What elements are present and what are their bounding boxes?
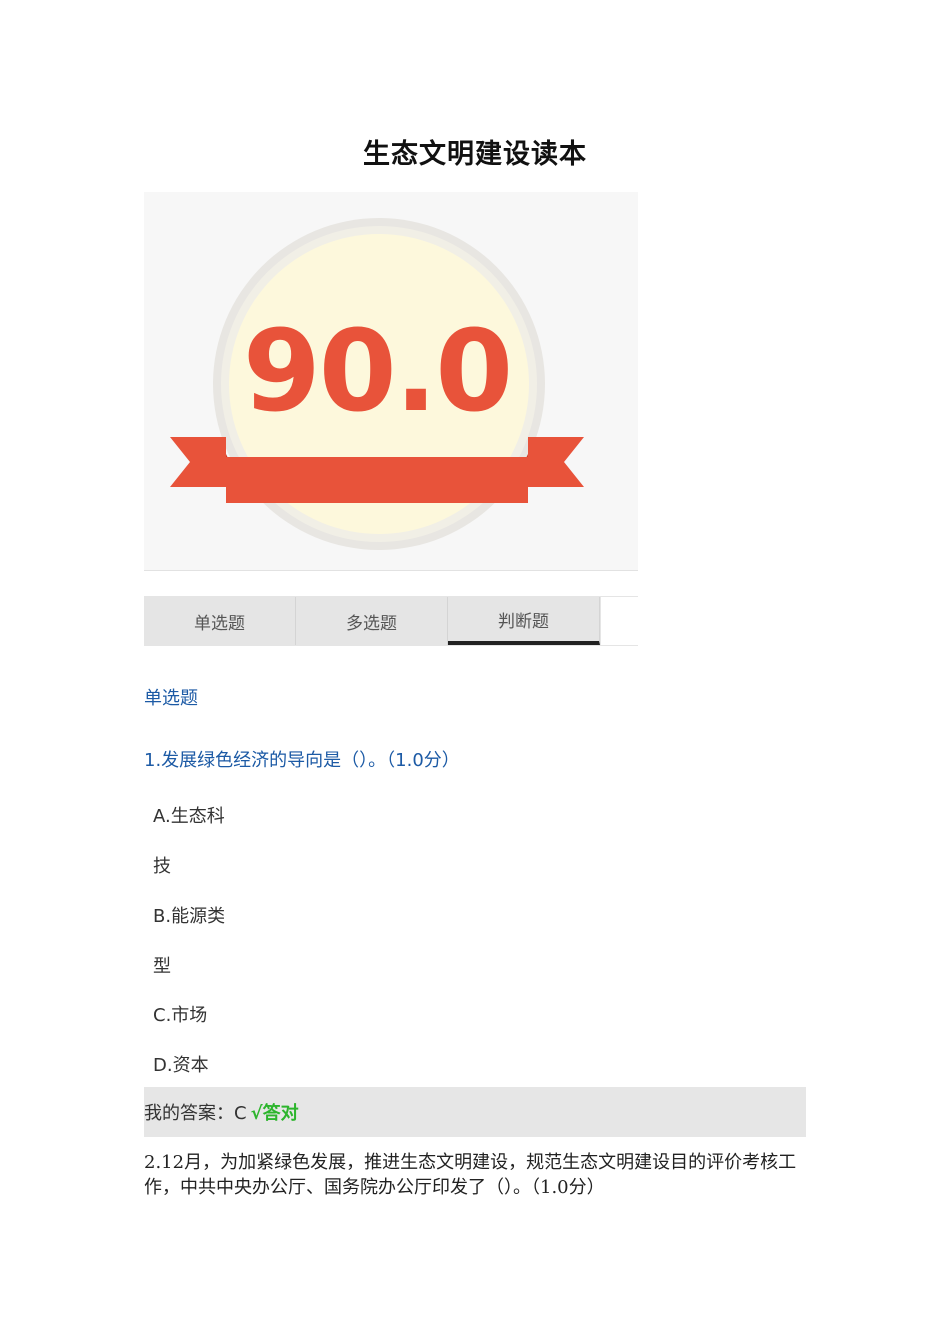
my-answer-label: 我的答案：C (144, 1103, 247, 1124)
ribbon-left-tail (170, 437, 226, 487)
tab-multiple-choice[interactable]: 多选题 (296, 597, 448, 645)
question-1-text: 1.发展绿色经济的导向是（）。（1.0分） (144, 750, 460, 771)
option-d[interactable]: D.资本 (153, 1051, 209, 1077)
question-2-text: 2.12月，为加紧绿色发展，推进生态文明建设，规范生态文明建设目的评价考核工作，… (144, 1152, 797, 1198)
ribbon-right-tail (528, 437, 584, 487)
score-value: 90.0 (243, 307, 511, 437)
answer-result-badge: √答对 (250, 1103, 299, 1124)
tab-true-false[interactable]: 判断题 (448, 597, 600, 645)
option-b[interactable]: B.能源类 (153, 902, 225, 928)
ribbon-band (226, 457, 528, 503)
option-a-continued[interactable]: 技 (153, 852, 171, 878)
score-badge: 90.0 (144, 192, 638, 571)
question-type-tabs: 单选题 多选题 判断题 (144, 596, 638, 646)
tab-single-choice[interactable]: 单选题 (144, 597, 296, 645)
option-a[interactable]: A.生态科 (153, 802, 225, 828)
option-b-continued[interactable]: 型 (153, 952, 171, 978)
section-heading: 单选题 (144, 688, 198, 709)
my-answer-bar: 我的答案：C √答对 (144, 1087, 806, 1137)
option-c[interactable]: C.市场 (153, 1001, 207, 1027)
tabs-spacer (600, 597, 638, 645)
page-title: 生态文明建设读本 (363, 139, 587, 170)
